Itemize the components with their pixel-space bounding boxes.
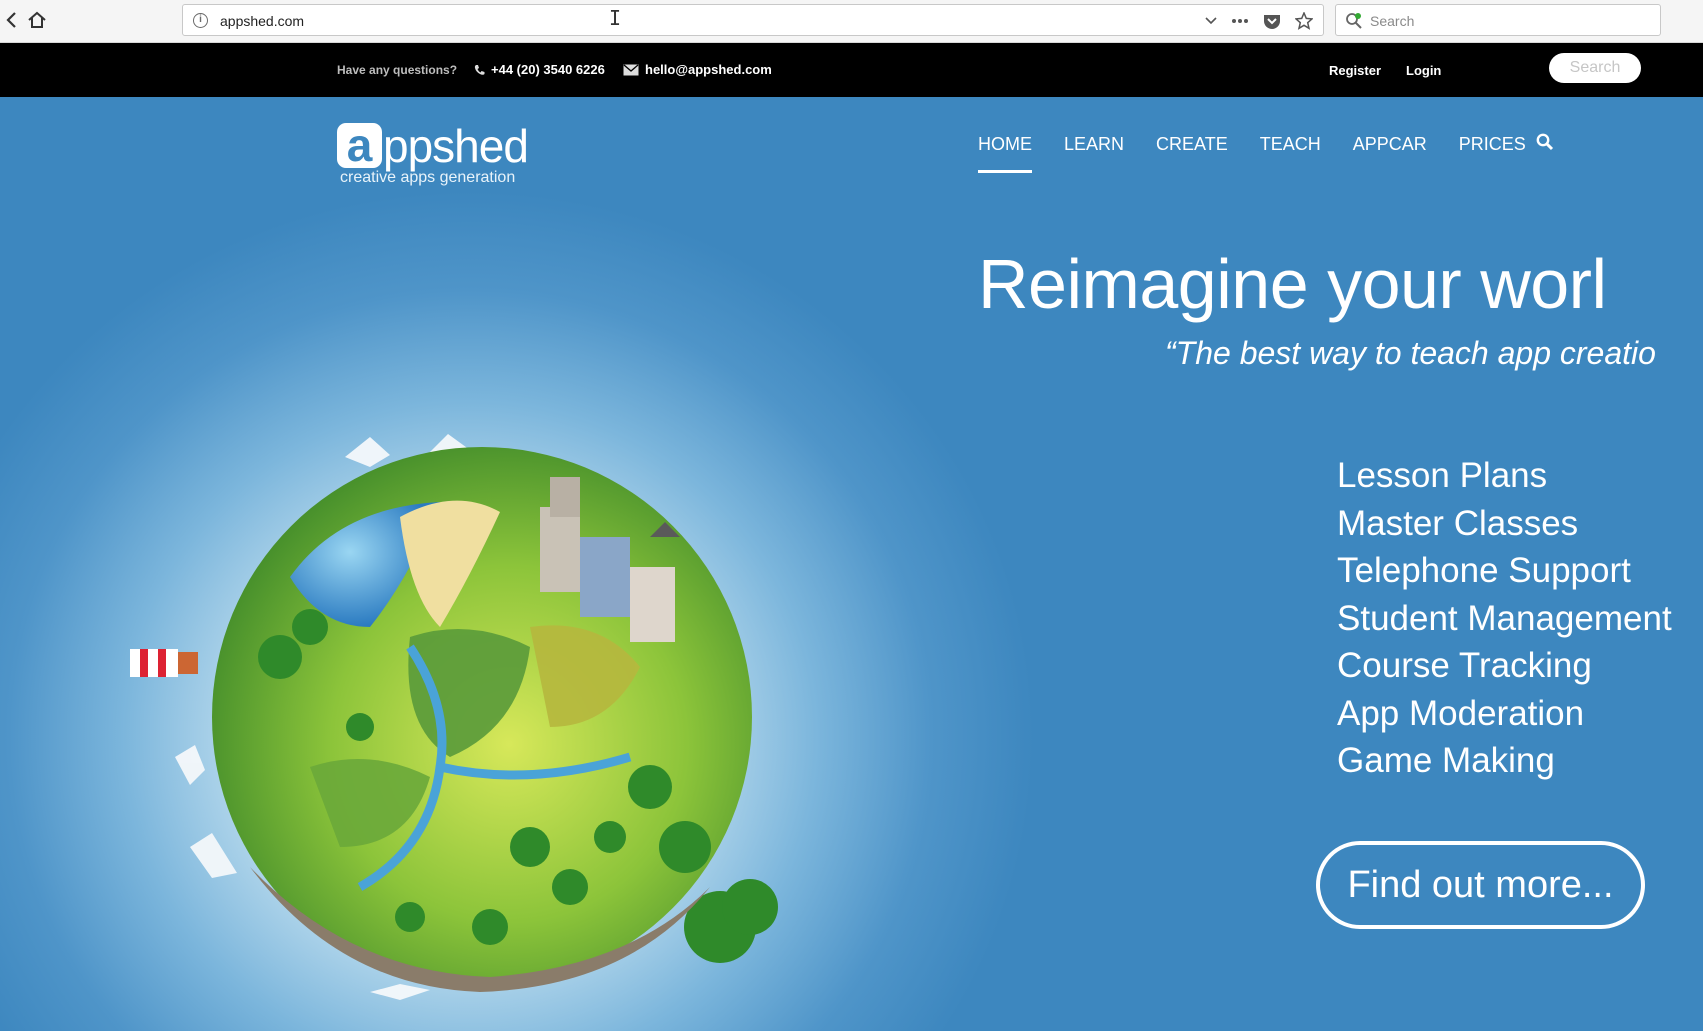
- appshed-logo[interactable]: a ppshed creative apps generation: [337, 120, 537, 193]
- contact-bar: Have any questions? +44 (20) 3540 6226 h…: [0, 43, 1703, 97]
- search-placeholder: Search: [1370, 13, 1415, 29]
- browser-search-input[interactable]: Search: [1335, 4, 1661, 36]
- more-icon[interactable]: [1231, 18, 1249, 24]
- list-item: Course Tracking: [1337, 646, 1592, 685]
- list-item: Student Management: [1337, 598, 1672, 638]
- nav-home[interactable]: HOME: [962, 134, 1048, 173]
- nav-create[interactable]: CREATE: [1140, 134, 1244, 170]
- list-item: Master Classes: [1337, 503, 1579, 543]
- logo-wordmark: ppshed: [383, 120, 529, 172]
- site-search-button[interactable]: Search: [1549, 53, 1641, 83]
- info-icon[interactable]: i: [193, 13, 208, 28]
- nav-prices[interactable]: PRICES: [1443, 134, 1542, 170]
- nav-search-icon[interactable]: [1536, 133, 1554, 156]
- logo-mark: a: [337, 122, 382, 168]
- questions-label: Have any questions?: [337, 63, 458, 77]
- browser-toolbar: i appshed.com I Search: [0, 0, 1703, 43]
- home-icon[interactable]: [26, 8, 48, 32]
- phone-contact[interactable]: +44 (20) 3540 6226: [474, 62, 605, 77]
- phone-icon: [474, 64, 485, 75]
- list-item: Telephone Support: [1337, 551, 1631, 590]
- register-link[interactable]: Register: [1329, 63, 1381, 78]
- phone-number[interactable]: +44 (20) 3540 6226: [491, 62, 605, 77]
- url-text[interactable]: appshed.com: [220, 13, 304, 29]
- text-cursor-icon: I: [609, 6, 622, 30]
- list-item: Game Making: [1337, 741, 1555, 780]
- hero-section: a ppshed creative apps generation HOME L…: [0, 97, 1703, 1031]
- globe-illustration: [130, 434, 778, 1000]
- pocket-icon[interactable]: [1263, 13, 1281, 30]
- dropdown-icon[interactable]: [1205, 17, 1217, 25]
- find-out-more-button[interactable]: Find out more...: [1316, 841, 1645, 929]
- email-contact[interactable]: hello@appshed.com: [623, 62, 772, 77]
- logo-tagline: creative apps generation: [340, 169, 516, 186]
- hero-subhead: “The best way to teach app creatio: [1165, 335, 1656, 371]
- nav-teach[interactable]: TEACH: [1244, 134, 1337, 170]
- feature-list: Lesson Plans Master Classes Telephone Su…: [1337, 452, 1672, 785]
- login-link[interactable]: Login: [1406, 63, 1441, 78]
- list-item: Lesson Plans: [1337, 456, 1548, 495]
- back-icon[interactable]: [0, 8, 22, 32]
- hero-headline: Reimagine your worl: [978, 245, 1607, 323]
- search-icon: [1345, 12, 1363, 35]
- envelope-icon: [623, 64, 639, 75]
- list-item: App Moderation: [1337, 693, 1585, 733]
- nav-learn[interactable]: LEARN: [1048, 134, 1140, 170]
- url-bar[interactable]: i appshed.com: [182, 4, 1324, 36]
- nav-appcar[interactable]: APPCAR: [1337, 134, 1443, 170]
- email-address[interactable]: hello@appshed.com: [645, 62, 772, 77]
- star-icon[interactable]: [1295, 12, 1313, 30]
- main-nav: HOME LEARN CREATE TEACH APPCAR PRICES: [962, 134, 1542, 173]
